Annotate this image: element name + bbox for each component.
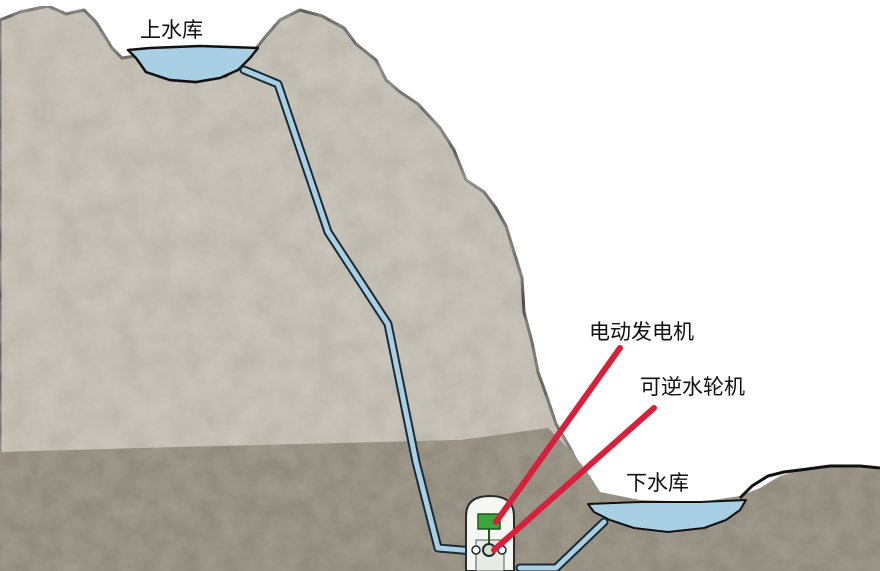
turbine-left-valve [471, 545, 481, 555]
upper-reservoir-label: 上水库 [140, 19, 203, 42]
motor-generator-label: 电动发电机 [589, 321, 694, 344]
reversible-turbine-label: 可逆水轮机 [640, 376, 745, 399]
lower-reservoir-label: 下水库 [626, 472, 689, 495]
pumped-storage-diagram: 上水库 电动发电机 可逆水轮机 下水库 [0, 0, 880, 571]
mountain-rock [0, 4, 594, 502]
diagram-canvas [0, 4, 880, 571]
